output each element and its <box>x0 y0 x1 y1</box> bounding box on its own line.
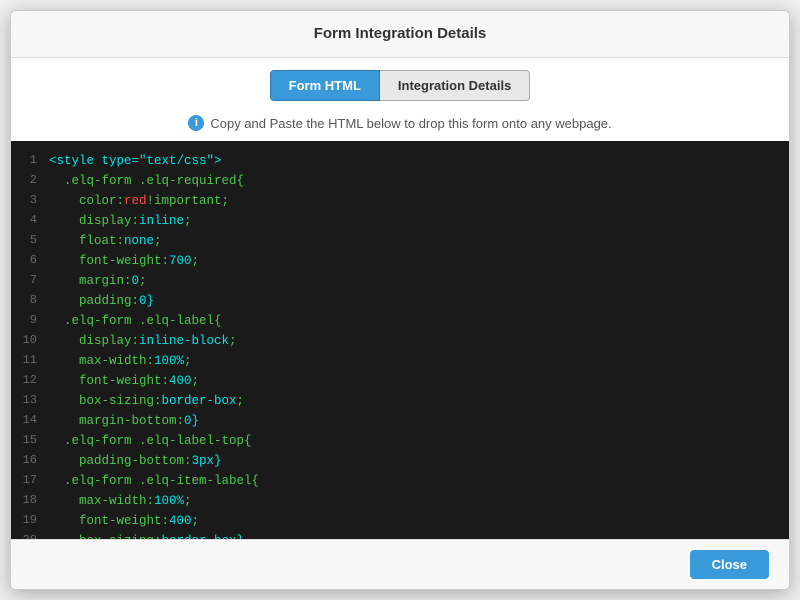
line-content: margin:0; <box>49 271 147 291</box>
tab-bar: Form HTML Integration Details <box>11 58 789 109</box>
line-content: display:inline-block; <box>49 331 237 351</box>
line-content: float:none; <box>49 231 162 251</box>
code-line: 5 float:none; <box>11 231 789 251</box>
code-line: 9 .elq-form .elq-label{ <box>11 311 789 331</box>
line-number: 1 <box>21 151 49 170</box>
info-text: Copy and Paste the HTML below to drop th… <box>210 116 611 131</box>
line-content: padding-bottom:3px} <box>49 451 222 471</box>
line-number: 16 <box>21 451 49 470</box>
info-bar: i Copy and Paste the HTML below to drop … <box>11 109 789 141</box>
code-line: 19 font-weight:400; <box>11 511 789 531</box>
line-content: .elq-form .elq-label-top{ <box>49 431 252 451</box>
line-number: 20 <box>21 531 49 539</box>
modal-container: Form Integration Details Form HTML Integ… <box>10 10 790 590</box>
code-line: 16 padding-bottom:3px} <box>11 451 789 471</box>
line-content: box-sizing:border-box} <box>49 531 244 539</box>
line-number: 2 <box>21 171 49 190</box>
info-icon: i <box>188 115 204 131</box>
line-number: 10 <box>21 331 49 350</box>
line-number: 15 <box>21 431 49 450</box>
modal-header: Form Integration Details <box>11 11 789 58</box>
line-number: 14 <box>21 411 49 430</box>
code-line: 8 padding:0} <box>11 291 789 311</box>
code-line: 10 display:inline-block; <box>11 331 789 351</box>
line-number: 4 <box>21 211 49 230</box>
line-number: 9 <box>21 311 49 330</box>
line-content: margin-bottom:0} <box>49 411 199 431</box>
line-content: .elq-form .elq-item-label{ <box>49 471 259 491</box>
code-line: 3 color:red!important; <box>11 191 789 211</box>
line-number: 12 <box>21 371 49 390</box>
line-content: <style type="text/css"> <box>49 151 222 171</box>
line-number: 6 <box>21 251 49 270</box>
code-line: 2 .elq-form .elq-required{ <box>11 171 789 191</box>
line-content: font-weight:400; <box>49 511 199 531</box>
line-content: .elq-form .elq-required{ <box>49 171 244 191</box>
modal-footer: Close <box>11 539 789 589</box>
code-line: 20 box-sizing:border-box} <box>11 531 789 539</box>
tab-integration-details[interactable]: Integration Details <box>380 70 530 101</box>
line-content: color:red!important; <box>49 191 229 211</box>
close-button[interactable]: Close <box>690 550 769 579</box>
code-line: 1<style type="text/css"> <box>11 151 789 171</box>
code-line: 12 font-weight:400; <box>11 371 789 391</box>
line-content: padding:0} <box>49 291 154 311</box>
line-number: 19 <box>21 511 49 530</box>
line-number: 8 <box>21 291 49 310</box>
code-line: 15 .elq-form .elq-label-top{ <box>11 431 789 451</box>
line-content: max-width:100%; <box>49 351 192 371</box>
line-number: 7 <box>21 271 49 290</box>
line-content: display:inline; <box>49 211 192 231</box>
code-line: 6 font-weight:700; <box>11 251 789 271</box>
line-content: font-weight:400; <box>49 371 199 391</box>
code-line: 4 display:inline; <box>11 211 789 231</box>
line-content: .elq-form .elq-label{ <box>49 311 222 331</box>
code-area[interactable]: 1<style type="text/css">2 .elq-form .elq… <box>11 141 789 539</box>
code-line: 11 max-width:100%; <box>11 351 789 371</box>
line-number: 3 <box>21 191 49 210</box>
line-number: 18 <box>21 491 49 510</box>
code-line: 14 margin-bottom:0} <box>11 411 789 431</box>
line-number: 11 <box>21 351 49 370</box>
code-line: 17 .elq-form .elq-item-label{ <box>11 471 789 491</box>
line-content: max-width:100%; <box>49 491 192 511</box>
line-number: 5 <box>21 231 49 250</box>
line-content: box-sizing:border-box; <box>49 391 244 411</box>
code-line: 13 box-sizing:border-box; <box>11 391 789 411</box>
tab-form-html[interactable]: Form HTML <box>270 70 380 101</box>
modal-title: Form Integration Details <box>314 25 487 42</box>
line-number: 13 <box>21 391 49 410</box>
code-line: 18 max-width:100%; <box>11 491 789 511</box>
code-line: 7 margin:0; <box>11 271 789 291</box>
line-content: font-weight:700; <box>49 251 199 271</box>
line-number: 17 <box>21 471 49 490</box>
